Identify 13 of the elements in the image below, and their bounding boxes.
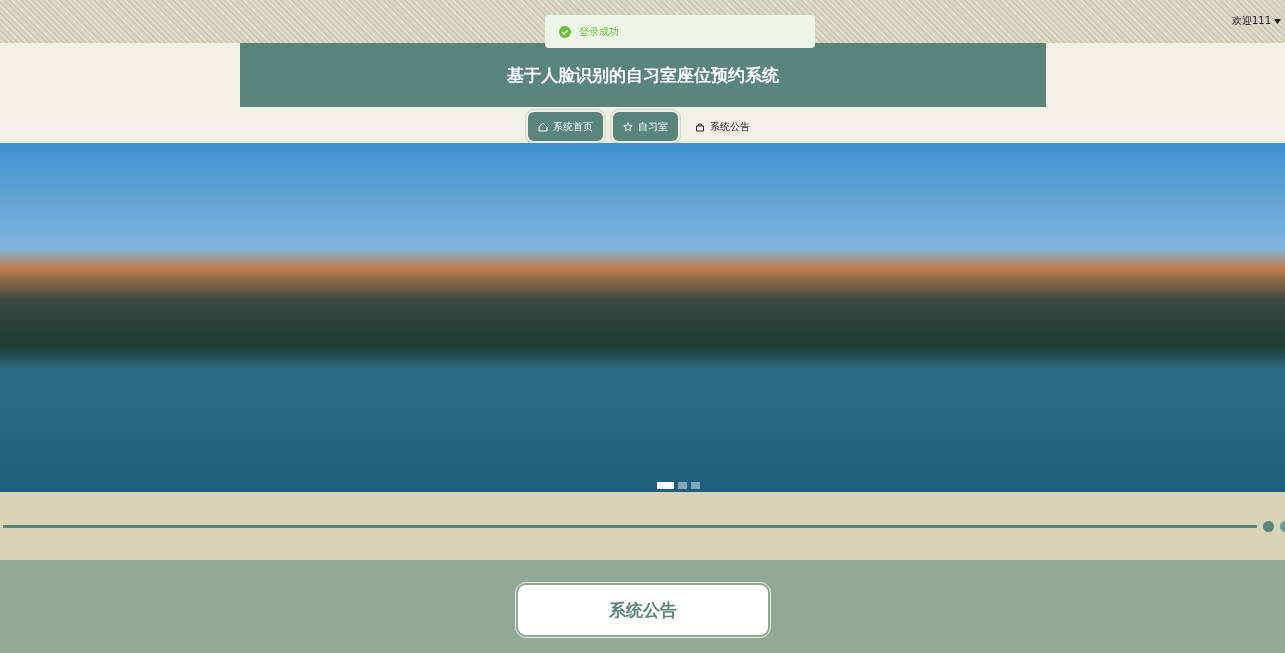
caret-icon: [1274, 18, 1281, 24]
nav-item[interactable]: 系统首页: [528, 112, 603, 141]
bag-icon: [695, 121, 705, 132]
home-icon: [538, 121, 548, 132]
user-menu[interactable]: 欢迎111: [1231, 14, 1281, 28]
site-title: 基于人脸识别的自习室座位预约系统: [239, 43, 1046, 107]
nav-item[interactable]: 系统公告: [685, 112, 760, 141]
success-icon: [559, 25, 571, 38]
toast-text: 登录成功: [579, 24, 619, 39]
star-icon: [623, 121, 633, 132]
nav-item[interactable]: 自习室: [613, 112, 678, 141]
section-title: 系统公告: [517, 585, 768, 635]
dot-ornament: [1263, 520, 1274, 532]
